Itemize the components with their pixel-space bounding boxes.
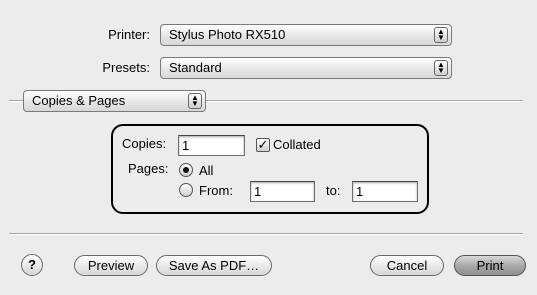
cancel-button[interactable]: Cancel [370,255,444,276]
collated-checkbox[interactable]: ✓ [256,138,270,152]
print-button[interactable]: Print [454,255,526,276]
copies-label: Copies: [122,136,167,151]
pages-to-label: to: [326,183,341,198]
bottom-divider [9,233,523,235]
panel-divider-left [9,100,23,102]
copies-field[interactable]: 1 [178,135,245,156]
preview-button[interactable]: Preview [74,255,148,276]
collated-label: Collated [273,137,321,152]
printer-popup-value: Stylus Photo RX510 [169,27,286,42]
presets-popup[interactable]: Standard ▲ ▼ [160,57,452,79]
presets-label: Presets: [102,60,150,75]
help-button[interactable]: ? [21,254,43,276]
pages-to-field[interactable]: 1 [352,181,418,202]
pages-all-radio[interactable] [179,163,193,177]
panel-popup-value: Copies & Pages [32,93,126,108]
question-mark-icon: ? [28,257,36,272]
pages-from-field[interactable]: 1 [250,181,315,202]
printer-label: Printer: [108,27,150,42]
pages-all-label: All [199,163,214,178]
panel-divider-right [206,100,523,102]
checkmark-icon: ✓ [257,137,269,152]
pages-from-label: From: [199,183,233,198]
pages-label: Pages: [128,161,169,176]
up-down-arrows-icon: ▲ ▼ [188,93,202,109]
print-dialog: Printer: Stylus Photo RX510 ▲ ▼ Presets: … [0,0,537,295]
pages-from-radio[interactable] [179,183,193,197]
panel-popup[interactable]: Copies & Pages ▲ ▼ [23,90,206,112]
up-down-arrows-icon: ▲ ▼ [434,27,448,43]
save-as-pdf-button[interactable]: Save As PDF… [156,255,272,276]
printer-popup[interactable]: Stylus Photo RX510 ▲ ▼ [160,24,452,46]
presets-popup-value: Standard [169,60,222,75]
up-down-arrows-icon: ▲ ▼ [434,60,448,76]
